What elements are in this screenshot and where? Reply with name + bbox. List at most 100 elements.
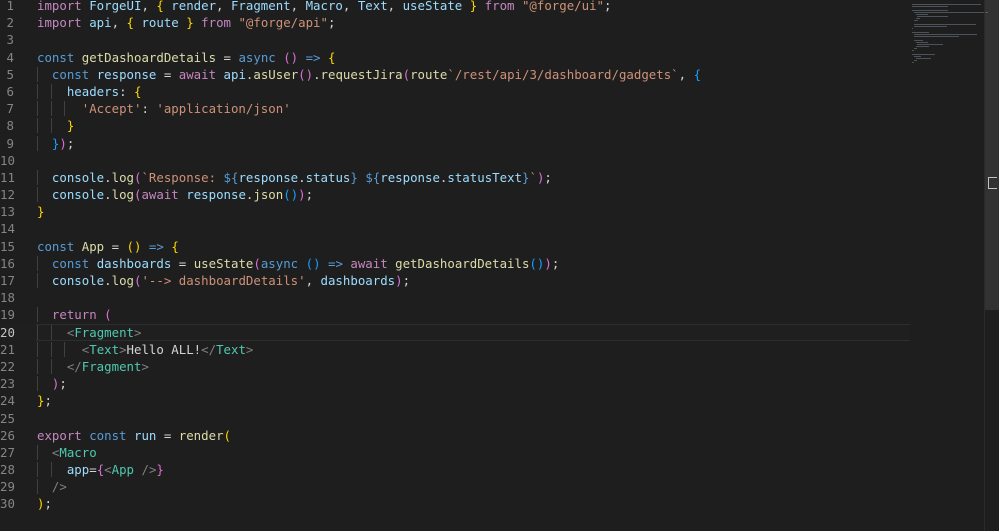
code-content: }); <box>37 135 75 151</box>
code-line[interactable]: 26 export const run = render( <box>0 427 910 444</box>
minimap-line <box>913 24 976 25</box>
code-line[interactable]: 15 const App = () => { <box>0 238 910 255</box>
code-line[interactable]: 28 app={<App />} <box>0 461 910 478</box>
code-token: ( <box>223 427 231 443</box>
code-token: ; <box>59 376 67 392</box>
minimap-line <box>912 6 948 7</box>
code-token: render <box>171 0 217 13</box>
code-token: ; <box>44 393 52 409</box>
minimap-line <box>912 10 948 11</box>
scrollbar-thumb[interactable] <box>985 0 999 310</box>
minimap[interactable] <box>912 4 988 63</box>
code-line[interactable]: 1 import ForgeUI, { render, Fragment, Mac… <box>0 0 910 14</box>
code-content: const getDashoardDetails = async () => { <box>37 50 335 65</box>
line-number: 5 <box>6 66 14 82</box>
code-line[interactable]: 19 return ( <box>0 306 910 323</box>
indent-guide <box>37 341 38 357</box>
code-token: < <box>104 462 112 478</box>
code-token: } <box>462 0 478 13</box>
code-line[interactable]: 5 const response = await api.asUser().re… <box>0 66 910 83</box>
code-line[interactable]: 11 console.log(`Response: ${response.sta… <box>0 169 910 186</box>
code-token: render <box>178 427 224 443</box>
code-line[interactable]: 6 headers: { <box>0 83 910 100</box>
code-token: Text <box>216 341 246 357</box>
minimap-line <box>913 40 923 41</box>
line-number: 22 <box>0 358 15 374</box>
code-token: ; <box>66 135 75 151</box>
code-token: { <box>156 0 172 13</box>
code-line[interactable]: 18 <box>0 289 910 306</box>
code-line[interactable]: 13} <box>0 203 910 220</box>
code-line[interactable]: 10 <box>0 152 910 169</box>
code-line[interactable]: 27 <Macro <box>0 444 910 461</box>
indent-guide <box>37 358 38 374</box>
code-token: export <box>37 427 90 443</box>
code-line[interactable]: 9 }); <box>0 135 910 152</box>
line-number: 18 <box>0 290 15 306</box>
code-token: = <box>156 427 179 443</box>
line-number: 25 <box>0 410 15 426</box>
code-line[interactable]: 7 'Accept': 'application/json' <box>0 100 910 117</box>
code-token: log <box>111 273 134 288</box>
code-content: 'Accept': 'application/json' <box>37 101 291 117</box>
code-line[interactable]: 22 </Fragment> <box>0 358 910 375</box>
code-token: "@forge/ui" <box>521 0 605 13</box>
code-line[interactable]: 2 import api, { route } from "@forge/api"… <box>0 14 910 31</box>
code-token: requestJira <box>320 66 403 82</box>
code-token: , <box>290 0 306 13</box>
indent-guide <box>37 462 38 478</box>
code-token: Fragment <box>74 324 134 340</box>
code-line[interactable]: 8 } <box>0 117 910 134</box>
code-line[interactable]: 29 /> <box>0 478 910 495</box>
code-token: ) <box>298 187 306 203</box>
code-token: > <box>141 358 149 374</box>
code-token: json <box>253 187 284 203</box>
indent-guide <box>50 83 52 99</box>
code-line[interactable]: 24}; <box>0 392 910 409</box>
minimap-line <box>917 44 944 45</box>
line-number: 4 <box>6 49 14 65</box>
code-line[interactable]: 4 const getDashoardDetails = async () => … <box>0 49 910 66</box>
minimap-line <box>915 58 931 59</box>
code-token: { <box>693 66 702 82</box>
code-token: App <box>81 238 105 254</box>
line-number: 8 <box>6 118 14 134</box>
overview-ruler-marker <box>988 177 997 189</box>
minimap-line <box>913 60 918 61</box>
code-line[interactable]: 30); <box>0 495 910 512</box>
code-line[interactable]: 14 <box>0 220 910 237</box>
code-token: const <box>37 238 82 254</box>
code-token: => <box>298 49 328 65</box>
line-number: 15 <box>0 238 15 254</box>
code-token: api <box>89 15 112 31</box>
code-token: import <box>37 15 90 31</box>
code-token: console <box>51 273 105 288</box>
code-line[interactable]: 23 ); <box>0 375 910 392</box>
code-editor[interactable]: 1 import ForgeUI, { render, Fragment, Mac… <box>0 0 910 513</box>
code-line[interactable]: 21 <Text>Hello ALL!</Text> <box>0 341 910 358</box>
code-token: 'Accept' <box>81 101 142 117</box>
code-line[interactable]: 3 <box>0 31 910 48</box>
line-number: 2 <box>6 15 14 31</box>
minimap-line <box>913 36 959 37</box>
code-line[interactable]: 16 const dashboards = useState(async () … <box>0 255 910 272</box>
code-line[interactable]: 12 console.log(await response.json()); <box>0 186 910 203</box>
code-token: response <box>380 169 440 185</box>
code-line[interactable]: 25 <box>0 410 910 427</box>
vertical-scrollbar[interactable] <box>984 0 999 531</box>
code-line[interactable]: 17 console.log('--> dashboardDetails', d… <box>0 272 910 289</box>
minimap-line <box>912 28 913 29</box>
code-content: console.log(await response.json()); <box>37 187 313 203</box>
code-token: = <box>104 238 127 254</box>
code-token: ; <box>604 0 612 13</box>
code-token: () <box>283 49 299 65</box>
code-content: }; <box>37 393 52 408</box>
code-content: import ForgeUI, { render, Fragment, Macr… <box>37 0 611 13</box>
code-line[interactable]: 20 <Fragment> <box>0 323 910 341</box>
